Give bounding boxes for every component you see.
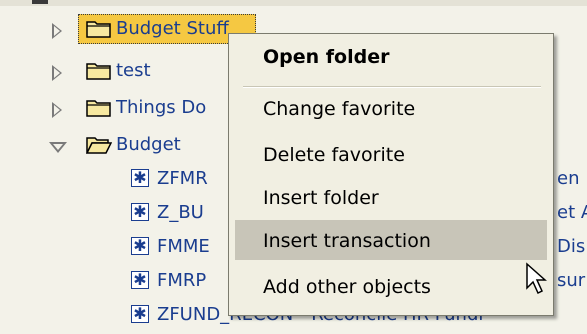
transaction-label: Z_BU	[157, 202, 204, 223]
transaction-label: FMRP	[157, 270, 207, 291]
tree-node-label: Things Do	[116, 97, 207, 118]
top-bar	[0, 0, 587, 6]
folder-icon	[86, 63, 111, 80]
menu-item-delete-favorite[interactable]: Delete favorite	[263, 144, 405, 166]
menu-item-insert-folder[interactable]: Insert folder	[263, 187, 379, 209]
transaction-label-tail: Dis	[557, 236, 586, 257]
context-menu: Open folder Change favorite Delete favor…	[228, 33, 554, 316]
top-bar-marker	[32, 0, 48, 4]
folder-icon	[86, 100, 111, 117]
transaction-label: ZFMR	[157, 168, 208, 189]
menu-item-insert-transaction[interactable]: Insert transaction	[263, 230, 431, 252]
menu-item-change-favorite[interactable]: Change favorite	[263, 98, 415, 120]
expand-arrow-icon[interactable]	[52, 102, 62, 118]
collapse-arrow-icon[interactable]	[49, 142, 67, 153]
transaction-label: FMME	[157, 236, 210, 257]
mouse-pointer-icon	[526, 262, 547, 295]
open-folder-icon	[86, 137, 112, 154]
menu-item-open-folder[interactable]: Open folder	[263, 46, 389, 68]
tree-node-label: Budget Stuff	[116, 18, 229, 39]
transaction-label-tail: sur	[557, 270, 586, 291]
transaction-icon: ✱	[131, 271, 149, 289]
folder-icon	[86, 21, 111, 38]
transaction-icon: ✱	[131, 305, 149, 323]
menu-separator	[243, 86, 541, 88]
expand-arrow-icon[interactable]	[52, 65, 62, 81]
expand-arrow-icon[interactable]	[52, 23, 62, 39]
tree-node-label: test	[116, 60, 151, 81]
menu-item-add-other-objects[interactable]: Add other objects	[263, 276, 431, 298]
transaction-icon: ✱	[131, 237, 149, 255]
tree-node-label: Budget	[116, 134, 181, 155]
transaction-icon: ✱	[131, 169, 149, 187]
transaction-icon: ✱	[131, 203, 149, 221]
transaction-label-tail: et A	[557, 202, 587, 223]
transaction-label-tail: en	[557, 168, 580, 189]
